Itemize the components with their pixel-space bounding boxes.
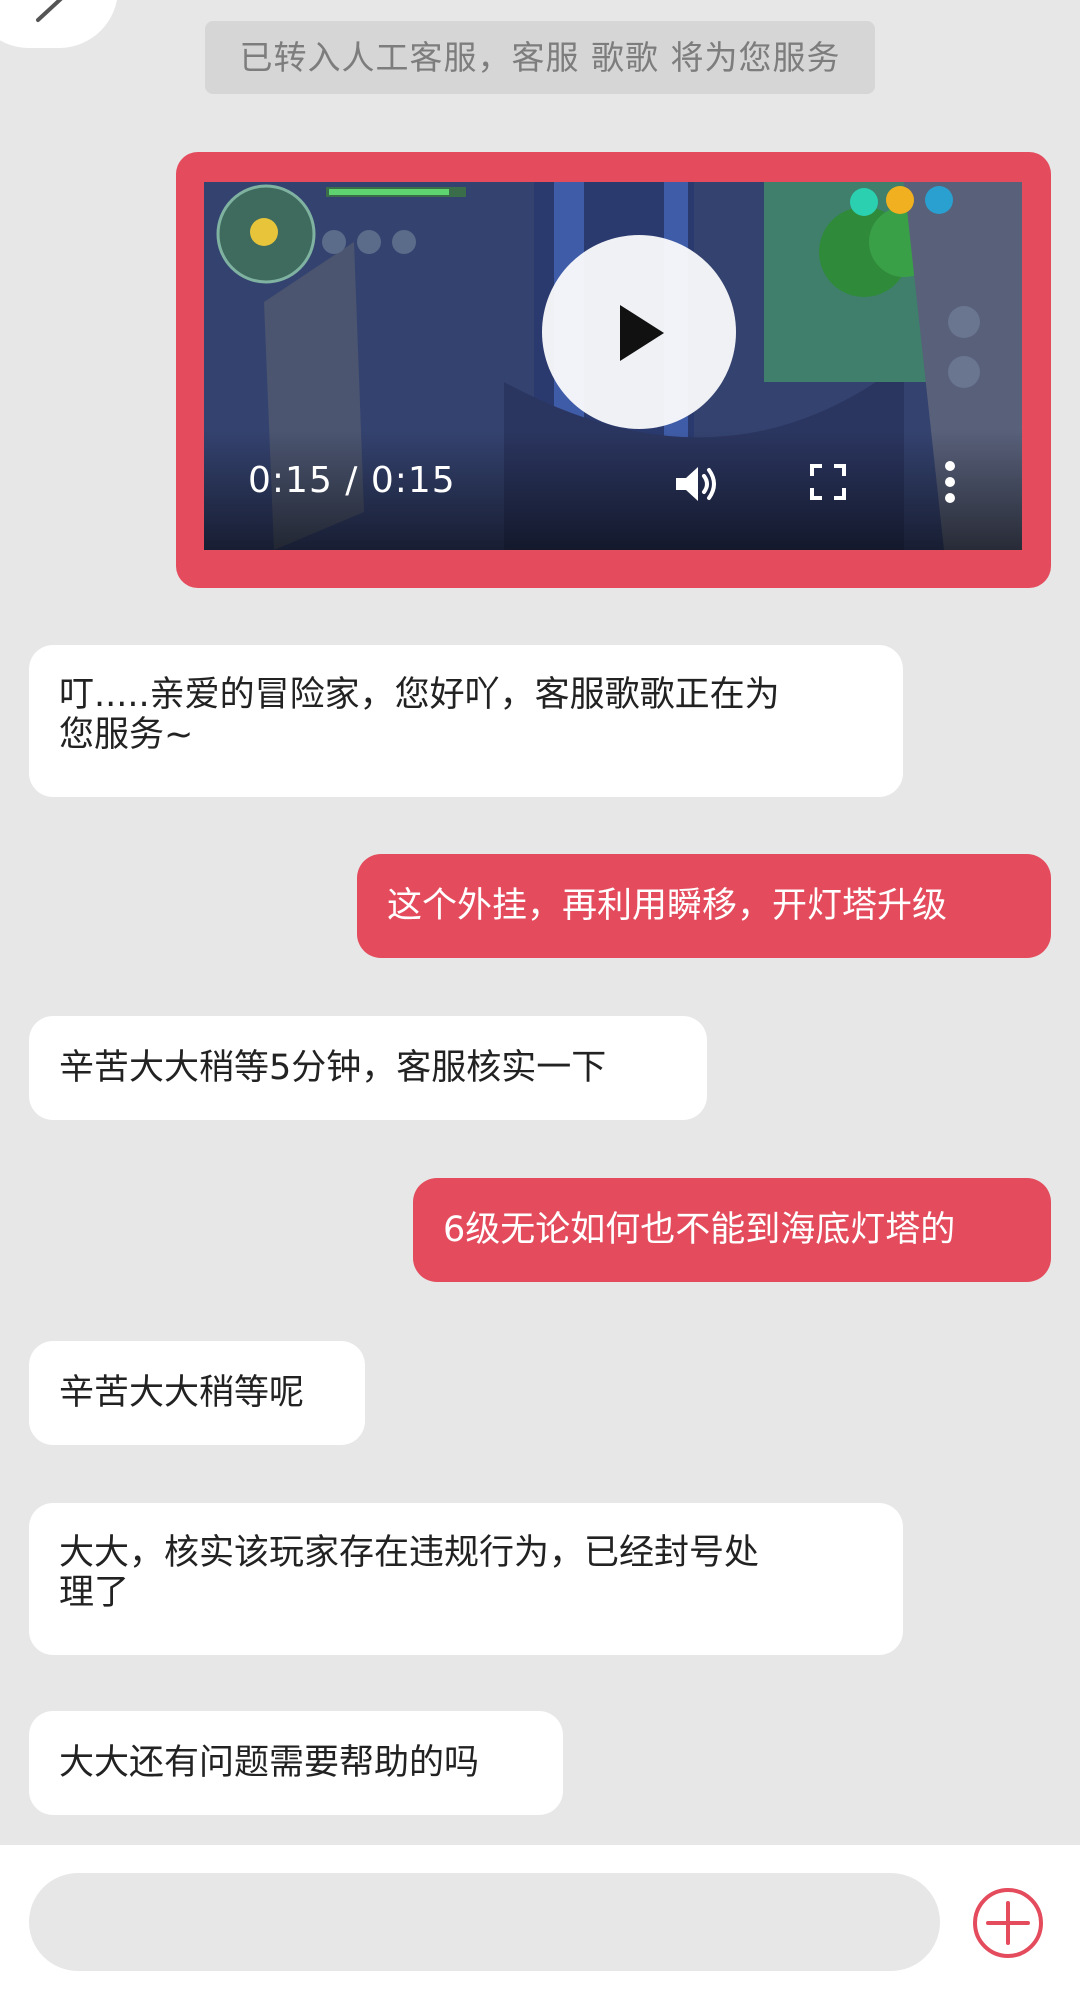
pen-icon xyxy=(36,0,63,22)
message-text: 辛苦大大稍等呢 xyxy=(59,1373,305,1413)
message-text: 叮.....亲爱的冒险家，您好吖，客服歌歌正在为 您服务~ xyxy=(59,675,780,755)
system-notice: 已转入人工客服，客服 歌歌 将为您服务 xyxy=(205,21,875,94)
message-incoming: 辛苦大大稍等呢 xyxy=(29,1341,365,1445)
plus-circle-icon[interactable] xyxy=(972,1887,1044,1959)
message-incoming: 辛苦大大稍等5分钟，客服核实一下 xyxy=(29,1016,707,1120)
message-incoming: 叮.....亲爱的冒险家，您好吖，客服歌歌正在为 您服务~ xyxy=(29,645,903,797)
fullscreen-icon[interactable] xyxy=(810,464,846,500)
play-button[interactable] xyxy=(542,235,736,429)
play-icon xyxy=(620,305,664,361)
message-incoming: 大大，核实该玩家存在违规行为，已经封号处 理了 xyxy=(29,1503,903,1655)
message-text: 辛苦大大稍等5分钟，客服核实一下 xyxy=(59,1048,607,1088)
input-bar xyxy=(0,1845,1080,1999)
volume-icon[interactable] xyxy=(674,464,720,504)
message-incoming: 大大还有问题需要帮助的吗 xyxy=(29,1711,563,1815)
message-outgoing: 6级无论如何也不能到海底灯塔的 xyxy=(413,1178,1051,1282)
message-text: 这个外挂，再利用瞬移，开灯塔升级 xyxy=(387,886,948,926)
video-message[interactable]: 0:15 / 0:15 xyxy=(176,152,1051,588)
video-time: 0:15 / 0:15 xyxy=(248,460,456,501)
message-input[interactable] xyxy=(29,1873,940,1971)
message-text: 6级无论如何也不能到海底灯塔的 xyxy=(443,1210,956,1250)
video-player[interactable]: 0:15 / 0:15 xyxy=(204,182,1022,550)
chat-screen: 已转入人工客服，客服 歌歌 将为您服务 0:15 / 0:15 叮.....亲爱… xyxy=(0,0,1080,1999)
edit-button[interactable] xyxy=(0,0,118,48)
message-outgoing: 这个外挂，再利用瞬移，开灯塔升级 xyxy=(357,854,1051,958)
more-vertical-icon[interactable] xyxy=(944,460,956,504)
message-text: 大大，核实该玩家存在违规行为，已经封号处 理了 xyxy=(59,1533,760,1613)
message-text: 大大还有问题需要帮助的吗 xyxy=(59,1743,480,1783)
